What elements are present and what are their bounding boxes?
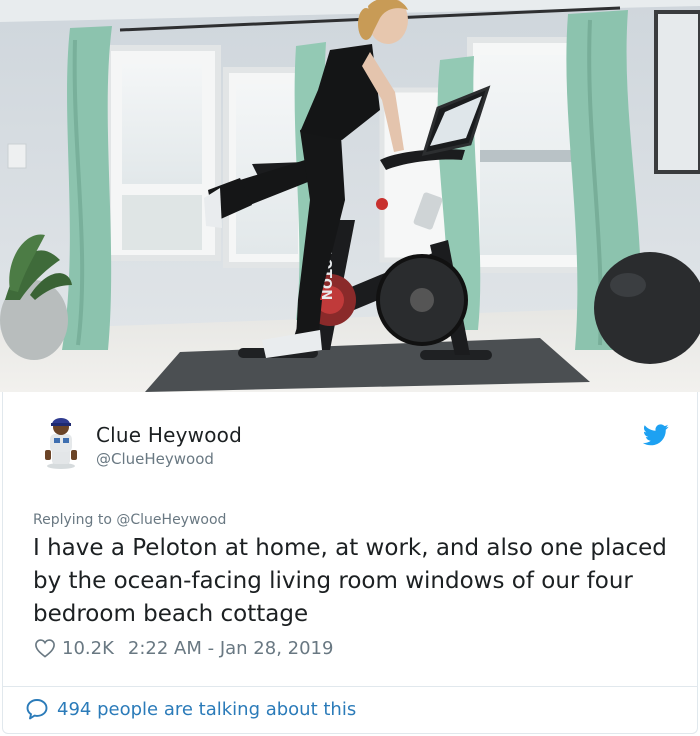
peloton-photo-illustration: PELOTON bbox=[0, 0, 700, 392]
avatar-figure-icon bbox=[45, 418, 77, 469]
tweet-text: I have a Peloton at home, at work, and a… bbox=[33, 535, 667, 627]
avatar[interactable] bbox=[35, 414, 87, 470]
conversation-text[interactable]: 494 people are talking about this bbox=[57, 699, 356, 720]
tweet-photo[interactable]: PELOTON bbox=[0, 0, 700, 392]
embedded-tweet: PELOTON bbox=[0, 0, 700, 736]
conversation-link[interactable]: 494 people are talking about this bbox=[25, 698, 356, 720]
speech-bubble-icon bbox=[26, 699, 48, 720]
replying-prefix: Replying to bbox=[33, 512, 112, 528]
timestamp[interactable]: 2:22 AM - Jan 28, 2019 bbox=[128, 638, 334, 659]
twitter-bird-icon[interactable] bbox=[642, 424, 669, 446]
author-handle[interactable]: @ClueHeywood bbox=[96, 450, 214, 468]
heart-outline-icon[interactable] bbox=[34, 638, 56, 658]
tweet-meta: 10.2K 2:22 AM - Jan 28, 2019 bbox=[34, 636, 333, 660]
author-name[interactable]: Clue Heywood bbox=[96, 423, 242, 447]
divider bbox=[3, 686, 697, 687]
like-count[interactable]: 10.2K bbox=[62, 638, 114, 659]
replying-to-mention[interactable]: @ClueHeywood bbox=[116, 512, 226, 528]
tweet-card: Clue Heywood @ClueHeywood Replying to @C… bbox=[2, 392, 698, 734]
replying-to-line: Replying to @ClueHeywood bbox=[33, 512, 226, 528]
